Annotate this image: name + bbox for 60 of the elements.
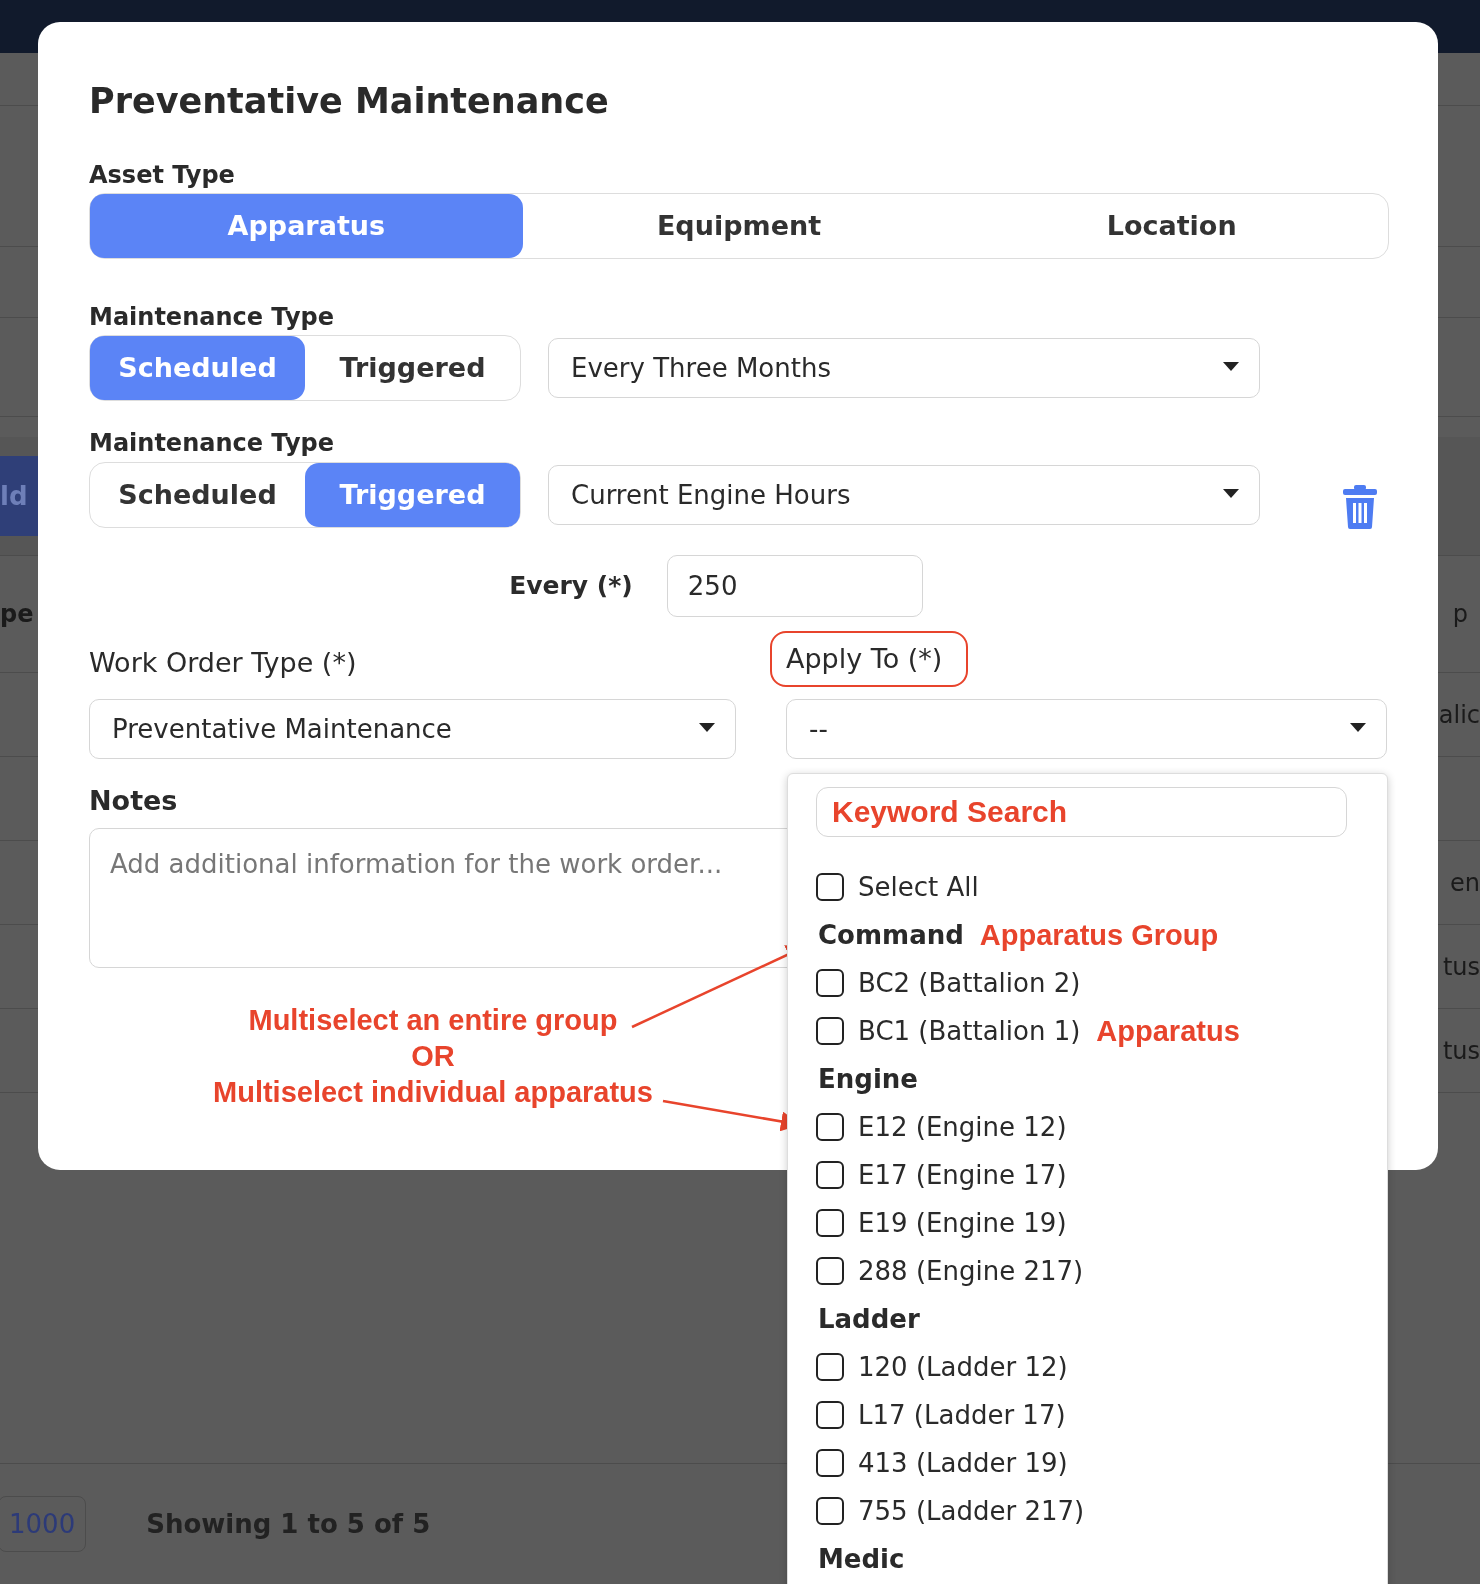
select-field[interactable]: --: [786, 698, 1387, 759]
table-cell: en: [1450, 868, 1480, 897]
option-label[interactable]: Select All: [858, 872, 979, 902]
every-input[interactable]: 250: [666, 554, 923, 617]
annotation-text: Multiselect individual apparatus: [213, 1075, 653, 1110]
field-label: Notes: [89, 784, 178, 816]
table-cell: tus: [1442, 952, 1480, 981]
option-label[interactable]: L17 (Ladder 17): [858, 1400, 1066, 1430]
caret-icon: [1223, 361, 1239, 371]
dialog-title: Preventative Maintenance: [89, 82, 610, 121]
caret-icon: [1223, 488, 1239, 498]
select-field[interactable]: Preventative Maintenance: [89, 698, 736, 759]
segment-tab[interactable]: Equipment: [522, 193, 956, 258]
checkbox[interactable]: [816, 1401, 844, 1429]
checkbox[interactable]: [816, 873, 844, 901]
option-label[interactable]: E17 (Engine 17): [858, 1160, 1067, 1190]
field-label: Asset Type: [89, 160, 235, 189]
showing-text: Showing 1 to 5 of 5: [146, 1509, 431, 1539]
option-label[interactable]: 288 (Engine 217): [858, 1256, 1084, 1286]
group-label[interactable]: Command: [818, 920, 964, 950]
search-field[interactable]: Keyword Search: [816, 787, 1347, 837]
option-label[interactable]: 120 (Ladder 12): [858, 1352, 1068, 1382]
option-label[interactable]: 755 (Ladder 217): [858, 1496, 1085, 1526]
segment-tab[interactable]: Triggered: [305, 335, 520, 400]
field-label: Work Order Type (*): [89, 646, 358, 680]
field-label: Maintenance Type: [89, 428, 334, 457]
checkbox[interactable]: [816, 1017, 844, 1045]
column-header: p: [1452, 600, 1468, 628]
checkbox[interactable]: [816, 1113, 844, 1141]
checkbox[interactable]: [816, 969, 844, 997]
group-label[interactable]: Ladder: [818, 1304, 920, 1334]
field-label: Maintenance Type: [89, 302, 334, 331]
checkbox[interactable]: [816, 1497, 844, 1525]
checkbox[interactable]: [816, 1209, 844, 1237]
checkbox[interactable]: [816, 1449, 844, 1477]
table-cell: alic: [1438, 700, 1480, 729]
option-label[interactable]: BC1 (Battalion 1): [858, 1016, 1081, 1046]
trash-icon[interactable]: [1343, 484, 1377, 529]
caret-icon: [1350, 722, 1366, 732]
caret-icon: [699, 722, 715, 732]
field-label: Every (*): [509, 571, 633, 600]
annotation-text: Multiselect an entire group: [248, 1003, 618, 1038]
annotation-text: OR: [411, 1039, 455, 1074]
option-label[interactable]: E12 (Engine 12): [858, 1112, 1067, 1142]
checkbox[interactable]: [816, 1161, 844, 1189]
option-label[interactable]: BC2 (Battalion 2): [858, 968, 1081, 998]
annotation-text: Apparatus: [1096, 1014, 1240, 1048]
select-field[interactable]: Every Three Months: [548, 337, 1260, 398]
field-label: Apply To (*): [770, 630, 969, 687]
group-label[interactable]: Engine: [818, 1064, 918, 1094]
checkbox[interactable]: [816, 1353, 844, 1381]
checkbox[interactable]: [816, 1257, 844, 1285]
table-cell: tus: [1442, 1036, 1480, 1065]
segment-tab[interactable]: Scheduled: [90, 462, 305, 527]
option-label[interactable]: 413 (Ladder 19): [858, 1448, 1068, 1478]
segment-tab[interactable]: Location: [955, 193, 1388, 258]
option-label[interactable]: E19 (Engine 19): [858, 1208, 1067, 1238]
select-field[interactable]: Current Engine Hours: [548, 464, 1260, 525]
group-label[interactable]: Medic: [818, 1544, 905, 1574]
column-header: pe: [0, 600, 34, 628]
